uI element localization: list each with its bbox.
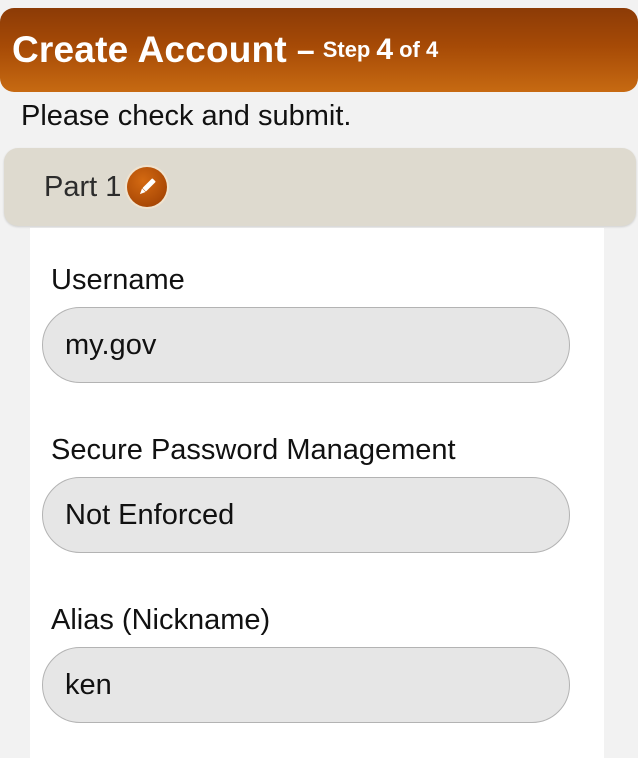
page-title: Create Account xyxy=(12,29,287,70)
step-word: Step xyxy=(322,37,371,62)
username-label: Username xyxy=(51,264,185,296)
pencil-icon[interactable] xyxy=(127,167,168,207)
instructions-text: Please check and submit. xyxy=(21,100,352,132)
page-header: Create Account – Step 4 of 4 xyxy=(0,8,638,92)
section-label: Part 1 xyxy=(44,170,122,203)
username-value: my.gov xyxy=(42,307,570,383)
section-header-part-1: Part 1 xyxy=(4,148,636,226)
alias-value: ken xyxy=(42,647,570,723)
password-management-value: Not Enforced xyxy=(42,477,570,553)
title-separator: – xyxy=(296,31,315,68)
alias-label: Alias (Nickname) xyxy=(51,604,271,636)
step-total: of 4 xyxy=(399,37,439,62)
password-management-label: Secure Password Management xyxy=(51,434,456,466)
review-panel: Username my.gov Secure Password Manageme… xyxy=(30,228,604,758)
step-current: 4 xyxy=(376,33,394,66)
